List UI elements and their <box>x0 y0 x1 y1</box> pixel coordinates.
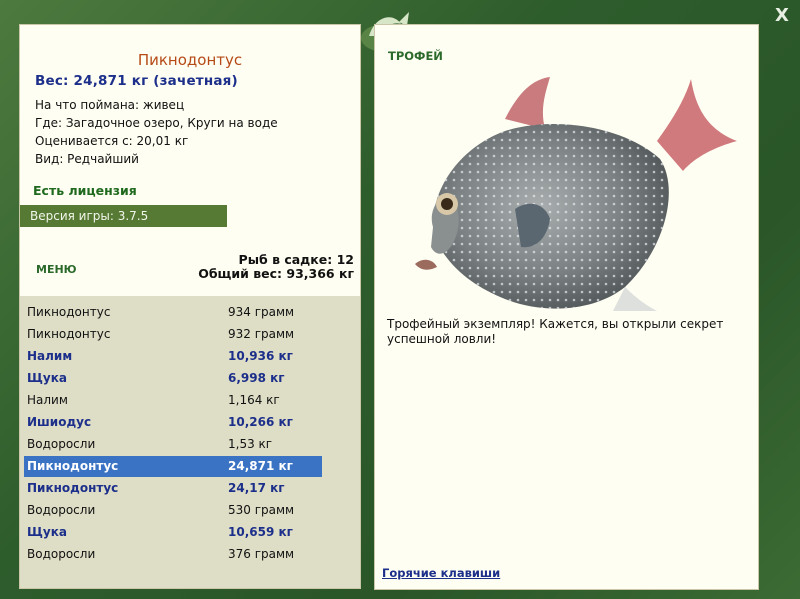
fish-bait: На что поймана: живец <box>35 98 185 112</box>
catch-fish-weight: 10,659 кг <box>228 525 293 539</box>
catch-fish-name: Водоросли <box>27 547 96 561</box>
catch-row[interactable]: Пикнодонтус 934 грамм <box>24 302 322 323</box>
fish-count: Рыб в садке: 12 <box>238 252 354 267</box>
catch-fish-name: Щука <box>27 371 67 385</box>
fish-title: Пикнодонтус <box>137 51 243 69</box>
catch-fish-weight: 934 грамм <box>228 305 295 319</box>
catch-fish-name: Щука <box>27 525 67 539</box>
fish-value: Оценивается с: 20,01 кг <box>35 134 189 148</box>
catch-fish-weight: 1,53 кг <box>228 437 273 451</box>
fish-rarity: Вид: Редчайший <box>35 152 139 166</box>
fish-info-panel: Пикнодонтус Вес: 24,871 кг (зачетная) На… <box>19 24 361 298</box>
trophy-panel: ТРОФЕЙ Трофейный экземпляр! Кажется, вы … <box>374 24 759 590</box>
catch-fish-name: Налим <box>27 349 73 363</box>
total-weight: Общий вес: 93,366 кг <box>198 266 354 281</box>
catch-row[interactable]: Щука 10,659 кг <box>24 522 322 543</box>
catch-fish-weight: 376 грамм <box>228 547 295 561</box>
catch-fish-weight: 932 грамм <box>228 327 295 341</box>
keepnet-stats: Рыб в садке: 12 Общий вес: 93,366 кг <box>198 253 354 281</box>
catch-fish-name: Пикнодонтус <box>27 305 111 319</box>
catch-row[interactable]: Налим 10,936 кг <box>24 346 322 367</box>
catch-row[interactable]: Налим 1,164 кг <box>24 390 322 411</box>
catch-fish-name: Налим <box>27 393 68 407</box>
trophy-message: Трофейный экземпляр! Кажется, вы открыли… <box>387 317 724 346</box>
catch-row[interactable]: Водоросли 376 грамм <box>24 544 322 565</box>
catch-fish-weight: 10,266 кг <box>228 415 293 429</box>
catch-row[interactable]: Щука 6,998 кг <box>24 368 322 389</box>
catch-fish-name: Пикнодонтус <box>27 327 111 341</box>
catch-row[interactable]: Водоросли 530 грамм <box>24 500 322 521</box>
catch-fish-weight: 1,164 кг <box>228 393 280 407</box>
close-button[interactable]: X <box>772 6 792 26</box>
catch-fish-weight: 24,17 кг <box>228 481 285 495</box>
catch-row[interactable]: Ишиодус 10,266 кг <box>24 412 322 433</box>
fish-details: На что поймана: живец Где: Загадочное оз… <box>35 96 278 168</box>
catch-row[interactable]: Пикнодонтус 24,17 кг <box>24 478 322 499</box>
menu-button[interactable]: МЕНЮ <box>36 263 77 276</box>
trophy-label: ТРОФЕЙ <box>388 49 443 63</box>
catch-fish-name: Пикнодонтус <box>27 459 119 473</box>
catch-fish-name: Пикнодонтус <box>27 481 119 495</box>
catch-fish-name: Водоросли <box>27 437 96 451</box>
catch-fish-name: Водоросли <box>27 503 96 517</box>
fish-location: Где: Загадочное озеро, Круги на воде <box>35 116 278 130</box>
catch-row[interactable]: Водоросли 1,53 кг <box>24 434 322 455</box>
catch-row[interactable]: Пикнодонтус 24,871 кг <box>24 456 322 477</box>
game-version: Версия игры: 3.7.5 <box>20 205 227 227</box>
catch-fish-name: Ишиодус <box>27 415 92 429</box>
catch-row[interactable]: Пикнодонтус 932 грамм <box>24 324 322 345</box>
license-status: Есть лицензия <box>33 183 137 198</box>
catch-list: Пикнодонтус 934 грамм Пикнодонтус 932 грамм… <box>19 296 361 589</box>
catch-fish-weight: 24,871 кг <box>228 459 293 473</box>
hotkeys-link[interactable]: Горячие клавиши <box>382 566 500 580</box>
catch-fish-weight: 530 грамм <box>228 503 295 517</box>
catch-fish-weight: 10,936 кг <box>228 349 293 363</box>
fish-weight: Вес: 24,871 кг (зачетная) <box>35 73 238 89</box>
fish-image <box>415 77 737 311</box>
catch-fish-weight: 6,998 кг <box>228 371 285 385</box>
